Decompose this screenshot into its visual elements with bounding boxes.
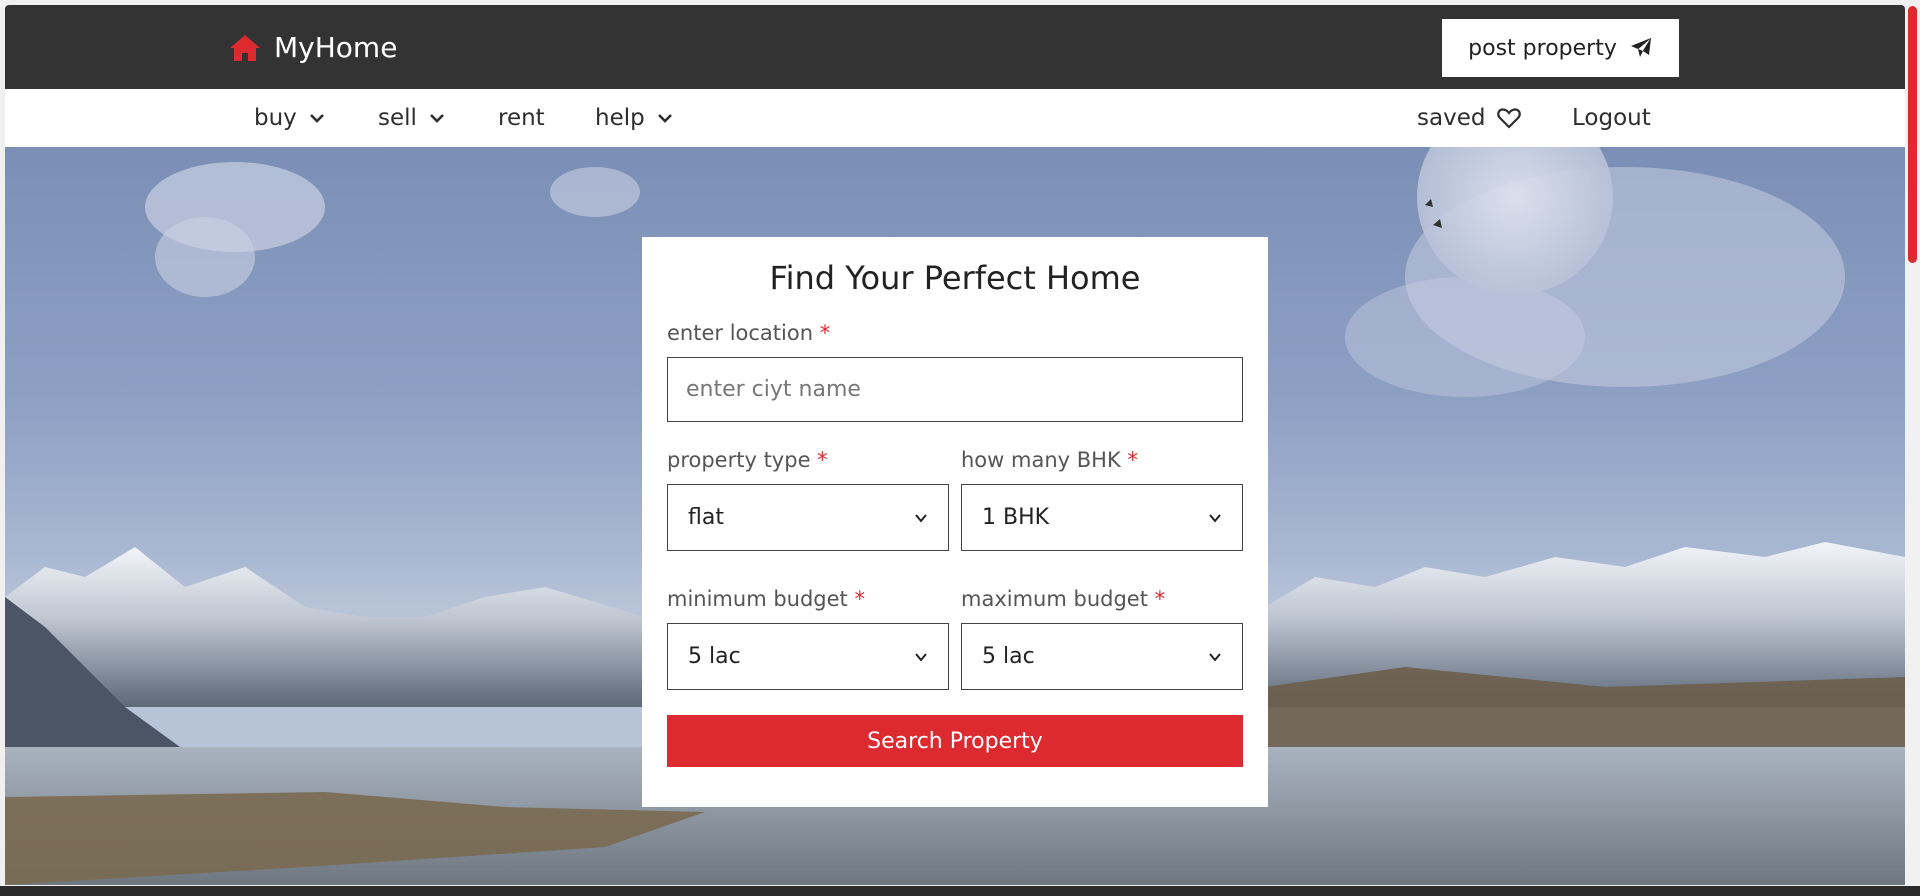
brand-logo[interactable]: MyHome <box>228 31 397 64</box>
nav-logout-label: Logout <box>1572 105 1651 131</box>
property-type-value: flat <box>688 505 724 530</box>
nav-help-label: help <box>595 105 645 131</box>
heart-icon <box>1497 108 1522 129</box>
paper-plane-icon <box>1630 37 1652 57</box>
chevron-down-icon <box>430 114 444 123</box>
bhk-value: 1 BHK <box>982 505 1050 530</box>
post-property-label: post property <box>1468 35 1617 61</box>
chevron-down-icon <box>915 652 927 662</box>
bhk-select[interactable]: 1 BHK <box>961 484 1243 551</box>
location-input[interactable] <box>667 357 1243 422</box>
required-marker: * <box>819 321 831 345</box>
main-nav: buy sell rent help saved Logout <box>5 89 1905 147</box>
brand-name: MyHome <box>274 31 398 64</box>
window-bottom-edge <box>0 886 1920 896</box>
nav-help[interactable]: help <box>595 89 673 147</box>
min-budget-group: minimum budget * 5 lac <box>667 587 949 690</box>
min-budget-label: minimum budget * <box>667 587 949 611</box>
min-budget-select[interactable]: 5 lac <box>667 623 949 690</box>
nav-buy[interactable]: buy <box>254 89 325 147</box>
nav-sell-label: sell <box>378 105 417 131</box>
required-marker: * <box>854 587 865 611</box>
required-marker: * <box>1127 448 1138 472</box>
browser-viewport: MyHome post property buy sell rent help … <box>5 5 1905 885</box>
max-budget-label-text: maximum budget <box>961 587 1148 611</box>
page-scrollbar[interactable] <box>1905 0 1920 886</box>
bhk-label-text: how many BHK <box>961 448 1121 472</box>
bhk-label: how many BHK * <box>961 448 1243 472</box>
nav-rent-label: rent <box>498 105 545 131</box>
nav-logout[interactable]: Logout <box>1572 89 1651 147</box>
max-budget-label: maximum budget * <box>961 587 1243 611</box>
min-budget-label-text: minimum budget <box>667 587 848 611</box>
nav-buy-label: buy <box>254 105 297 131</box>
nav-saved-label: saved <box>1417 105 1486 131</box>
min-budget-value: 5 lac <box>688 644 741 669</box>
max-budget-group: maximum budget * 5 lac <box>961 587 1243 690</box>
property-type-group: property type * flat <box>667 448 949 551</box>
property-type-select[interactable]: flat <box>667 484 949 551</box>
required-marker: * <box>817 448 828 472</box>
chevron-down-icon <box>1209 652 1221 662</box>
home-icon <box>230 34 260 61</box>
top-header: MyHome post property <box>5 5 1905 89</box>
max-budget-select[interactable]: 5 lac <box>961 623 1243 690</box>
property-type-label: property type * <box>667 448 949 472</box>
chevron-down-icon <box>1209 513 1221 523</box>
bhk-group: how many BHK * 1 BHK <box>961 448 1243 551</box>
property-search-card: Find Your Perfect Home enter location * … <box>642 237 1268 807</box>
search-property-button[interactable]: Search Property <box>667 715 1243 767</box>
chevron-down-icon <box>915 513 927 523</box>
property-bhk-row: property type * flat how many BHK * 1 BH… <box>667 448 1243 551</box>
location-label: enter location * <box>667 321 1243 345</box>
nav-sell[interactable]: sell <box>378 89 445 147</box>
post-property-button[interactable]: post property <box>1442 19 1679 77</box>
nav-rent[interactable]: rent <box>498 89 545 147</box>
chevron-down-icon <box>657 114 672 123</box>
property-type-label-text: property type <box>667 448 811 472</box>
budget-row: minimum budget * 5 lac maximum budget * … <box>667 587 1243 690</box>
location-label-text: enter location <box>667 321 814 345</box>
nav-saved[interactable]: saved <box>1417 89 1522 147</box>
required-marker: * <box>1154 587 1166 611</box>
search-card-title: Find Your Perfect Home <box>769 259 1141 297</box>
max-budget-value: 5 lac <box>982 644 1035 669</box>
scrollbar-thumb[interactable] <box>1908 6 1917 263</box>
chevron-down-icon <box>309 114 324 123</box>
